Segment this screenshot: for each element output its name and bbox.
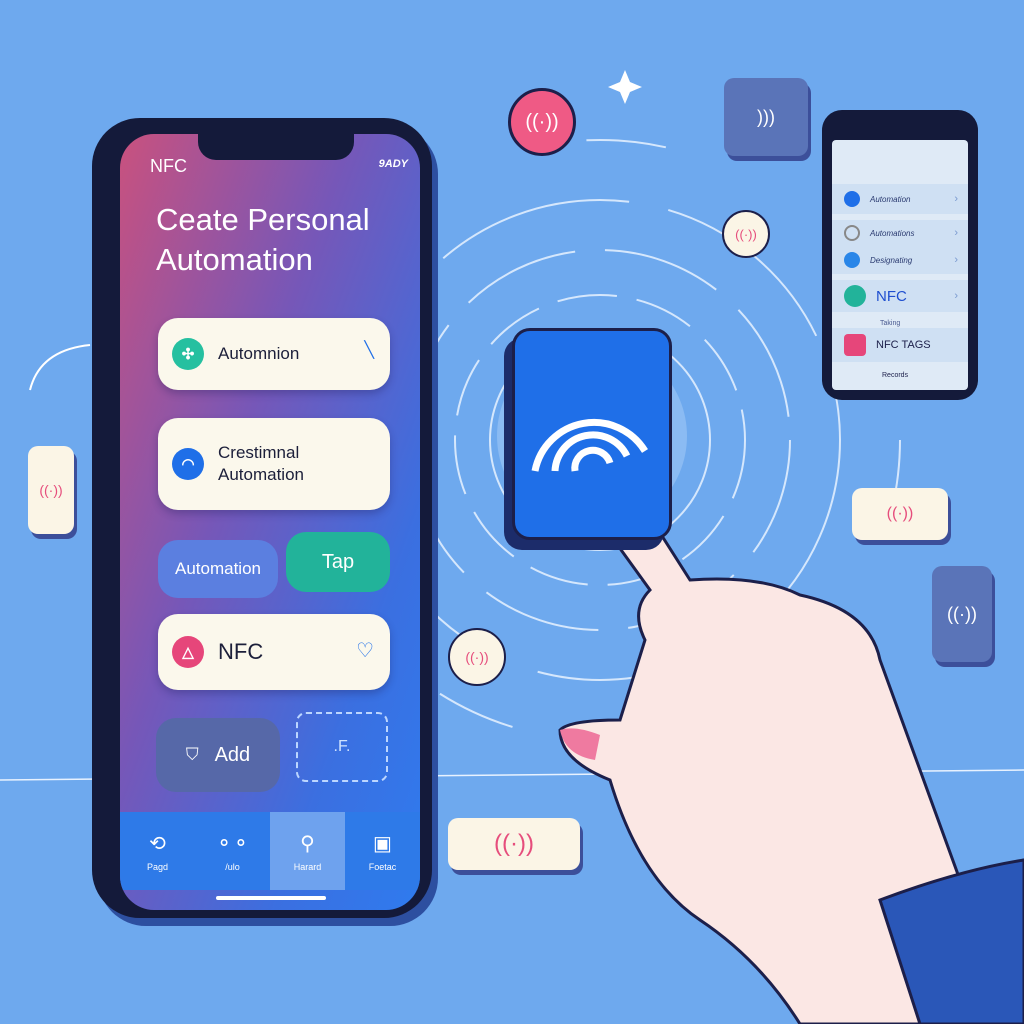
add-placeholder-slot[interactable]: .F. bbox=[296, 712, 388, 782]
tab-ulo[interactable]: ⚬⚬/ulo bbox=[195, 812, 270, 890]
tab-harard[interactable]: ⚲ Harard bbox=[270, 812, 345, 890]
add-label: Add bbox=[214, 743, 251, 766]
status-right: 9ADY bbox=[378, 158, 408, 170]
row-icon bbox=[844, 191, 860, 207]
tag-icon: ▣ bbox=[373, 832, 392, 855]
nfc-tag-icon: ((·)) bbox=[932, 566, 992, 662]
nfc-bubble-icon: ((·)) bbox=[722, 210, 770, 258]
personal-automation-card[interactable]: ◠ Crestimnal Automation bbox=[158, 418, 390, 510]
chevron-right-icon: › bbox=[954, 227, 958, 239]
tab-bar: ⟲ Pagd ⚬⚬/ulo ⚲ Harard ▣ Foetac bbox=[120, 812, 420, 890]
card-label: NFC bbox=[218, 639, 264, 664]
nfc-tag-icon: ((·)) bbox=[28, 446, 74, 534]
side-phone: Automation › Automations › Designating › NF… bbox=[822, 110, 978, 400]
status-label: NFC bbox=[150, 156, 187, 176]
nfc-bubble-icon: ((·)) bbox=[508, 88, 576, 156]
side-row[interactable]: Automation › bbox=[832, 184, 968, 214]
pointing-hand bbox=[558, 456, 1024, 1024]
card-label: Automnion bbox=[218, 344, 300, 363]
nfc-tap-button[interactable] bbox=[512, 328, 672, 540]
nfc-tags-row[interactable]: NFC TAGS bbox=[832, 328, 968, 362]
shield-icon: ⛉ bbox=[185, 745, 199, 764]
pin-icon: ⚲ bbox=[300, 832, 315, 855]
section-sub: Taking bbox=[880, 320, 901, 327]
warning-icon: △ bbox=[172, 636, 204, 668]
footer-label: Records bbox=[882, 372, 909, 379]
chevron-right-icon: › bbox=[954, 193, 958, 205]
side-row[interactable]: Automations › bbox=[832, 220, 968, 246]
nodes-icon: ⚬⚬ bbox=[215, 832, 250, 855]
add-button[interactable]: ⛉ Add bbox=[156, 718, 280, 792]
row-icon bbox=[844, 252, 860, 268]
row-icon bbox=[844, 225, 860, 241]
automation-button[interactable]: Automation bbox=[158, 540, 278, 598]
tap-button[interactable]: Tap bbox=[286, 532, 390, 592]
side-row[interactable]: Designating › bbox=[832, 246, 968, 274]
chevron-right-icon: › bbox=[954, 290, 958, 302]
row-icon bbox=[844, 285, 866, 307]
heart-icon: ♡ bbox=[356, 640, 374, 662]
nfc-waves-icon bbox=[531, 418, 648, 472]
nfc-tag-icon: ((·)) bbox=[448, 818, 580, 870]
notch bbox=[198, 134, 354, 160]
tab-pagd[interactable]: ⟲ Pagd bbox=[120, 812, 195, 890]
card-label: Crestimnal Automation bbox=[218, 443, 304, 484]
side-phone-screen: Automation › Automations › Designating › NF… bbox=[832, 140, 968, 390]
edit-icon: ╲ bbox=[364, 342, 374, 359]
nfc-tag-icon: ((·)) bbox=[852, 488, 948, 540]
side-row[interactable]: NFC › bbox=[832, 280, 968, 312]
home-indicator bbox=[216, 896, 326, 900]
grid-icon: ✣ bbox=[172, 338, 204, 370]
tag-icon bbox=[844, 334, 866, 356]
page-title: Ceate Personal Automation bbox=[156, 202, 370, 277]
wifi-icon: ◠ bbox=[172, 448, 204, 480]
chevron-right-icon: › bbox=[954, 254, 958, 266]
tab-foetac[interactable]: ▣ Foetac bbox=[345, 812, 420, 890]
shortcut-icon: ⟲ bbox=[149, 832, 166, 855]
nfc-card[interactable]: △ NFC ♡ bbox=[158, 614, 390, 690]
phone-screen: NFC 9ADY Ceate Personal Automation ✣ Aut… bbox=[120, 134, 420, 910]
nfc-bubble-icon: ((·)) bbox=[448, 628, 506, 686]
automation-card[interactable]: ✣ Automnion ╲ bbox=[158, 318, 390, 390]
nfc-tag-icon: ))) bbox=[724, 78, 808, 156]
